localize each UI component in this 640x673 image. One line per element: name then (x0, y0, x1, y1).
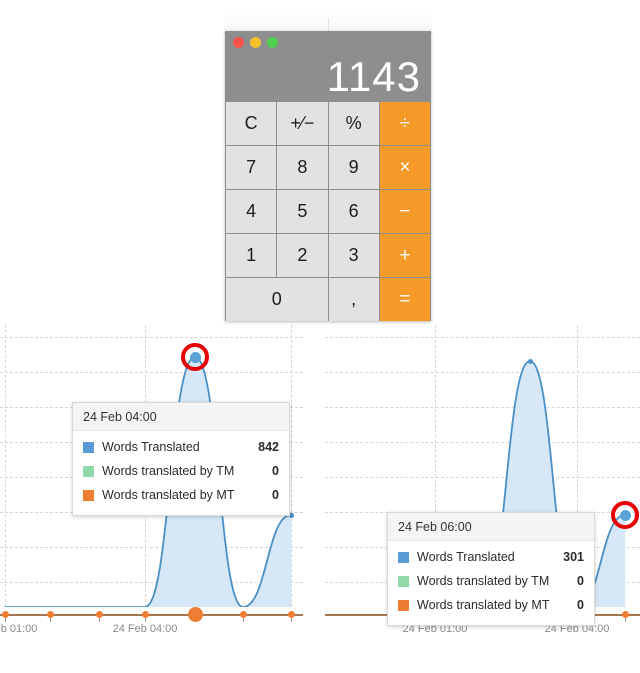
window-controls (233, 37, 278, 48)
legend-swatch-icon (398, 575, 409, 587)
calculator-key-4[interactable]: 4 (226, 190, 277, 233)
calculator-keypad: C +⁄−% ÷ 7 8 9 × 4 5 6− 1 2 3 +0, = (225, 102, 431, 321)
tooltip-row: Words Translated 301 (398, 545, 584, 569)
tooltip-row: Words translated by TM 0 (83, 459, 279, 483)
close-button[interactable] (233, 37, 244, 48)
calculator-key-[interactable]: × (379, 146, 430, 189)
tooltip-row: Words translated by MT 0 (398, 593, 584, 617)
calculator-key-7[interactable]: 7 (226, 146, 277, 189)
tooltip-series-label: Words Translated (102, 440, 200, 454)
tooltip-series-label: Words translated by MT (102, 488, 235, 502)
calculator-key-[interactable]: +⁄− (277, 102, 328, 145)
tooltip-series-value: 0 (577, 574, 584, 588)
calculator-key-[interactable]: ÷ (379, 102, 430, 145)
calculator-key-[interactable]: , (328, 278, 379, 321)
chart-left-x-axis: 24 Feb 01:00 24 Feb 04:00 (0, 607, 303, 635)
calculator-key-9[interactable]: 9 (328, 146, 379, 189)
calculator-key-5[interactable]: 5 (277, 190, 328, 233)
axis-data-point-mt[interactable] (46, 611, 54, 618)
calculator-key-1[interactable]: 1 (226, 234, 277, 277)
legend-swatch-icon (398, 551, 409, 563)
calculator-key-8[interactable]: 8 (277, 146, 328, 189)
axis-data-point-mt[interactable] (621, 611, 629, 618)
tooltip-left-header: 24 Feb 04:00 (73, 403, 289, 431)
panel-seam (328, 18, 329, 32)
calculator-key-[interactable]: = (379, 278, 430, 321)
minimize-button[interactable] (250, 37, 261, 48)
axis-data-point-mt[interactable] (187, 607, 203, 622)
tooltip-series-label: Words translated by TM (102, 464, 235, 478)
calculator-key-6[interactable]: 6 (328, 190, 379, 233)
tooltip-series-label: Words Translated (417, 550, 515, 564)
calculator-key-0[interactable]: 0 (226, 278, 328, 321)
legend-swatch-icon (83, 441, 94, 453)
tooltip-series-value: 301 (563, 550, 584, 564)
tooltip-series-label: Words translated by TM (417, 574, 550, 588)
tooltip-row: Words translated by MT 0 (83, 483, 279, 507)
tooltip-series-value: 0 (272, 488, 279, 502)
axis-line (0, 614, 303, 616)
tooltip-row: Words translated by TM 0 (398, 569, 584, 593)
axis-data-point-mt[interactable] (141, 611, 149, 618)
axis-tick-label: 24 Feb 04:00 (112, 623, 178, 635)
chart-tooltip-right: 24 Feb 06:00 Words Translated 301 Words tr… (387, 512, 595, 626)
legend-swatch-icon (398, 599, 409, 611)
tooltip-left-rows: Words Translated 842 Words translated by T… (73, 431, 289, 515)
legend-swatch-icon (83, 465, 94, 477)
calculator-titlebar[interactable] (225, 31, 431, 51)
tooltip-series-value: 842 (258, 440, 279, 454)
calculator-key-[interactable]: % (328, 102, 379, 145)
calculator-key-C[interactable]: C (226, 102, 277, 145)
tooltip-right-header: 24 Feb 06:00 (388, 513, 594, 541)
tooltip-row: Words Translated 842 (83, 435, 279, 459)
legend-swatch-icon (83, 489, 94, 501)
calculator-window[interactable]: 1143 C +⁄−% ÷ 7 8 9 × 4 5 6− 1 2 3 +0, = (225, 31, 431, 321)
axis-data-point-mt[interactable] (95, 611, 103, 618)
tooltip-series-value: 0 (272, 464, 279, 478)
tooltip-series-value: 0 (577, 598, 584, 612)
calculator-key-[interactable]: + (379, 234, 430, 277)
axis-data-point-mt[interactable] (1, 611, 9, 618)
calculator-key-2[interactable]: 2 (277, 234, 328, 277)
calculator-key-[interactable]: − (379, 190, 430, 233)
tooltip-series-label: Words translated by MT (417, 598, 550, 612)
axis-data-point-mt[interactable] (287, 611, 295, 618)
data-point[interactable] (527, 358, 533, 364)
annotation-circle (181, 343, 209, 371)
axis-data-point-mt[interactable] (239, 611, 247, 618)
chart-tooltip-left: 24 Feb 04:00 Words Translated 842 Words tr… (72, 402, 290, 516)
tooltip-right-rows: Words Translated 301 Words translated by T… (388, 541, 594, 625)
annotation-circle (611, 501, 639, 529)
axis-tick-label: 24 Feb 01:00 (0, 623, 38, 635)
zoom-button[interactable] (267, 37, 278, 48)
calculator-key-3[interactable]: 3 (328, 234, 379, 277)
calculator-display: 1143 (225, 51, 431, 102)
